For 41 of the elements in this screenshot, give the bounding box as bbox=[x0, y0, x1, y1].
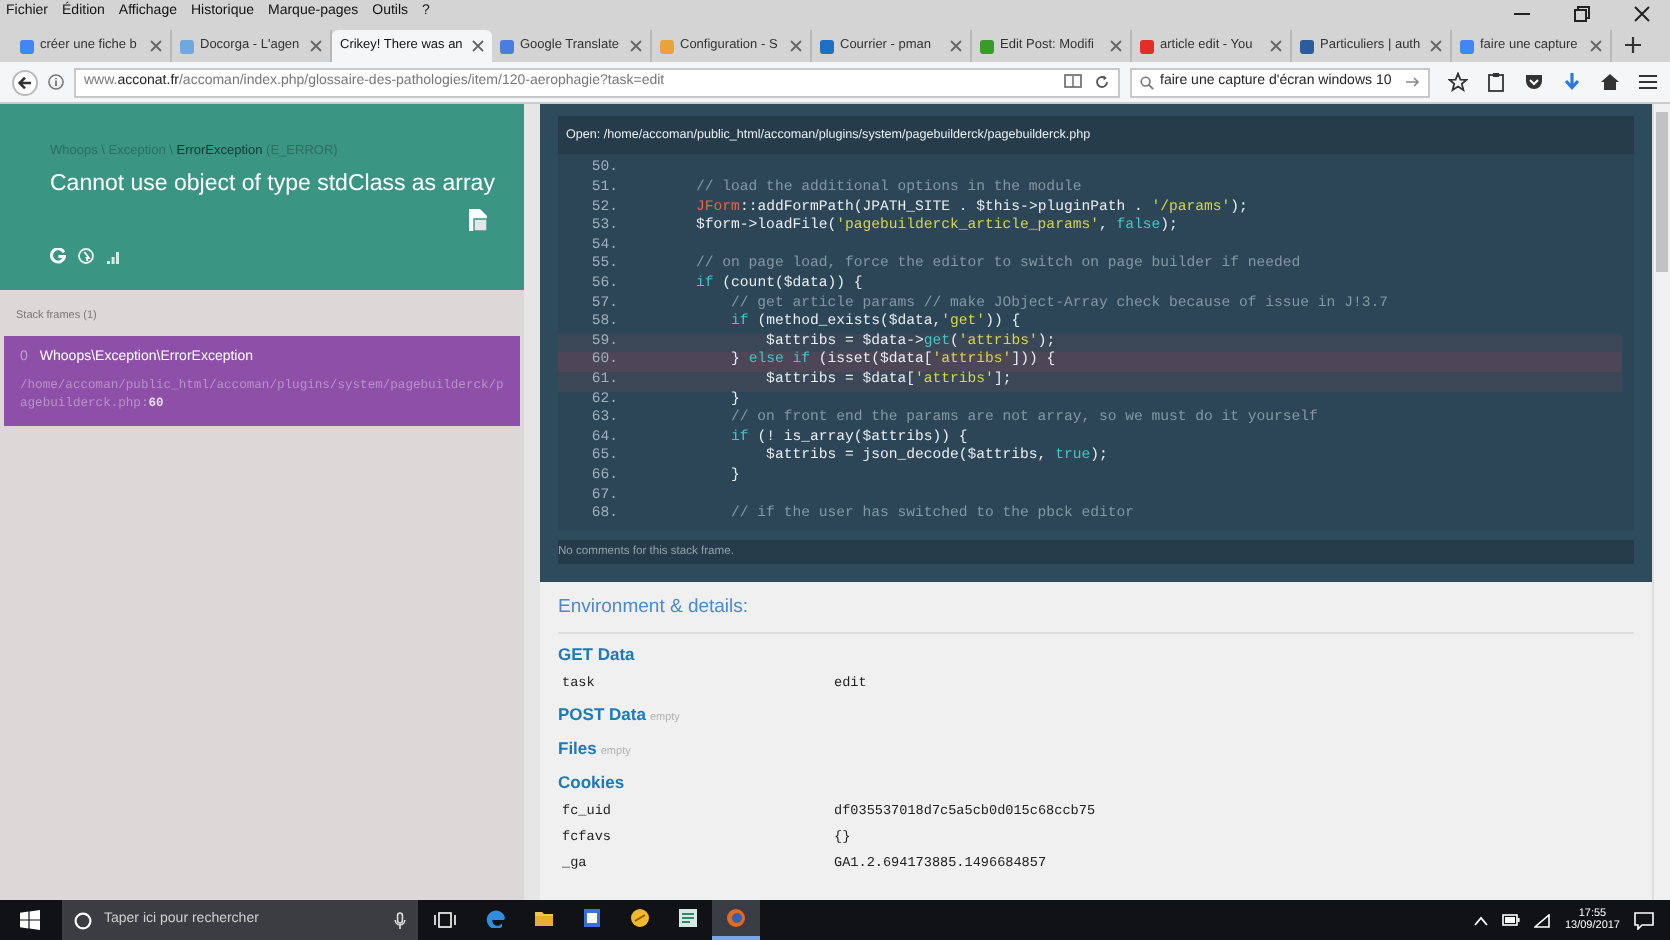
section-title: Environment & details: bbox=[558, 594, 1634, 634]
copy-icon[interactable] bbox=[468, 208, 488, 232]
new-tab-icon[interactable] bbox=[1624, 36, 1642, 54]
search-circle-icon bbox=[74, 911, 92, 929]
arrow-right-icon[interactable] bbox=[1406, 76, 1420, 88]
error-message: Cannot use object of type stdClass as array bbox=[50, 169, 495, 200]
microphone-icon[interactable] bbox=[394, 911, 406, 929]
star-icon[interactable] bbox=[1448, 72, 1468, 92]
close-icon[interactable] bbox=[472, 40, 484, 52]
pocket-icon[interactable] bbox=[1524, 72, 1544, 92]
download-icon[interactable] bbox=[1562, 72, 1582, 92]
bars-icon[interactable] bbox=[106, 249, 120, 263]
signal-icon[interactable] bbox=[1534, 913, 1551, 927]
start-icon[interactable] bbox=[20, 910, 40, 930]
info-icon[interactable] bbox=[48, 74, 64, 90]
scrollbar[interactable] bbox=[1652, 104, 1670, 900]
menu-icon[interactable] bbox=[1638, 72, 1658, 92]
cursor-circle-icon[interactable] bbox=[78, 248, 94, 264]
section-heading: Files bbox=[558, 737, 597, 758]
disc-icon bbox=[630, 908, 650, 928]
notes-icon bbox=[678, 908, 698, 928]
home-icon[interactable] bbox=[1600, 72, 1620, 92]
browser-e-icon bbox=[486, 908, 506, 928]
restore-icon[interactable] bbox=[1574, 5, 1590, 21]
clipboard-icon[interactable] bbox=[1486, 72, 1506, 92]
battery-icon[interactable] bbox=[1502, 914, 1521, 926]
task-view-icon[interactable] bbox=[434, 912, 456, 928]
section-heading: Cookies bbox=[558, 771, 625, 792]
reload-icon[interactable] bbox=[1094, 74, 1110, 90]
g-icon[interactable] bbox=[50, 248, 66, 264]
reader-icon[interactable] bbox=[1064, 74, 1082, 90]
section-heading: POST Data bbox=[558, 703, 646, 724]
globe-fox-icon bbox=[726, 908, 746, 928]
document-icon bbox=[582, 908, 602, 928]
folder-icon bbox=[534, 908, 554, 928]
back-icon[interactable] bbox=[12, 69, 38, 95]
section-heading: GET Data bbox=[558, 643, 635, 664]
chevron-up-icon[interactable] bbox=[1474, 915, 1489, 925]
search-icon bbox=[1140, 75, 1154, 89]
close-icon[interactable] bbox=[1634, 5, 1650, 21]
notification-icon[interactable] bbox=[1634, 911, 1654, 929]
